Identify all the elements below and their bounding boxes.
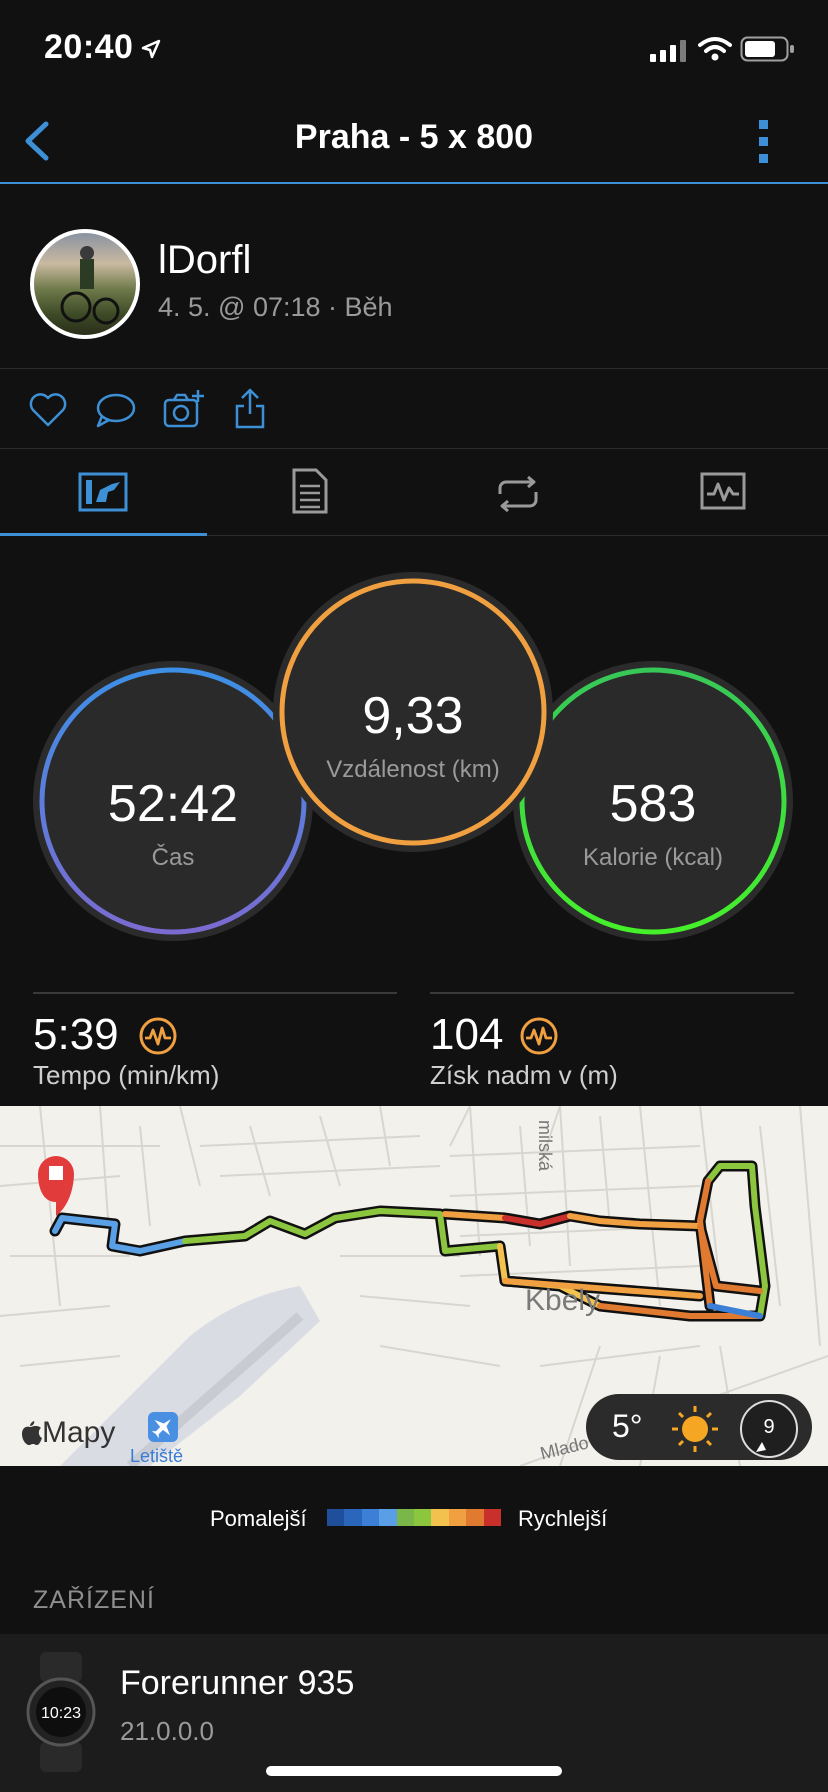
- nav-divider: [0, 182, 828, 184]
- username[interactable]: lDorfl: [158, 238, 251, 283]
- battery-icon: [740, 36, 794, 62]
- time-label: Čas: [151, 844, 195, 871]
- pace-label: Tempo (min/km): [33, 1060, 220, 1090]
- active-tab-indicator: [0, 533, 207, 536]
- street-label: milská: [535, 1120, 555, 1172]
- place-label: Kbely: [525, 1284, 601, 1317]
- elevation-label: Získ nadm v (m): [430, 1060, 618, 1090]
- legend-faster: Rychlejší: [518, 1506, 608, 1531]
- watch-icon: 10:23: [26, 1652, 96, 1772]
- location-arrow-icon: [141, 39, 161, 59]
- divider: [0, 448, 828, 449]
- temperature: 5°: [612, 1408, 643, 1444]
- page-title: Praha - 5 x 800: [294, 118, 534, 156]
- summary-circles: [33, 572, 793, 941]
- home-indicator[interactable]: [266, 1766, 562, 1776]
- avatar[interactable]: [30, 229, 140, 339]
- divider: [0, 368, 828, 369]
- tab-charts-icon[interactable]: [700, 472, 746, 512]
- stat-divider: [430, 992, 794, 994]
- device-name: Forerunner 935: [120, 1664, 355, 1702]
- pace-value: 5:39: [33, 1010, 119, 1059]
- tab-overview-icon[interactable]: [78, 472, 128, 512]
- legend-slower: Pomalejší: [210, 1506, 307, 1531]
- distance-label: Vzdálenost (km): [326, 756, 500, 783]
- calories-value: 583: [609, 775, 697, 833]
- airport-label: Letiště: [130, 1446, 184, 1466]
- like-icon[interactable]: [28, 390, 68, 430]
- watch-time: 10:23: [41, 1705, 81, 1722]
- apple-logo-icon: [22, 1421, 42, 1445]
- stat-divider: [33, 992, 397, 994]
- map-provider: Mapy: [42, 1416, 116, 1449]
- route-map[interactable]: milská Kbely Mlado Letiště Mapy 5° 9: [0, 1106, 828, 1466]
- calories-label: Kalorie (kcal): [582, 844, 724, 871]
- sun-icon: [672, 1406, 718, 1452]
- wifi-icon: [698, 37, 732, 61]
- time-value: 52:42: [107, 775, 239, 833]
- more-options-icon[interactable]: [756, 118, 772, 164]
- avatar-photo: [60, 246, 120, 325]
- tab-laps-icon[interactable]: [494, 476, 542, 512]
- wind-speed: 9: [763, 1416, 775, 1438]
- signal-icon: [650, 40, 686, 62]
- device-section-title: ZAŘÍZENÍ: [33, 1586, 155, 1614]
- tab-details-icon[interactable]: [292, 468, 328, 514]
- add-photo-icon[interactable]: [162, 388, 206, 430]
- activity-meta: 4. 5. @ 07:18 · Běh: [158, 292, 393, 322]
- pace-legend-bar: [327, 1509, 502, 1526]
- comment-icon[interactable]: [94, 390, 138, 430]
- airport-icon: [148, 1412, 178, 1442]
- elevation-value: 104: [430, 1010, 504, 1059]
- distance-value: 9,33: [362, 687, 464, 745]
- device-version: 21.0.0.0: [120, 1716, 214, 1746]
- elevation-chart-icon[interactable]: [519, 1016, 559, 1056]
- status-time: 20:40: [44, 28, 134, 66]
- pace-chart-icon[interactable]: [138, 1016, 178, 1056]
- share-icon[interactable]: [234, 386, 266, 430]
